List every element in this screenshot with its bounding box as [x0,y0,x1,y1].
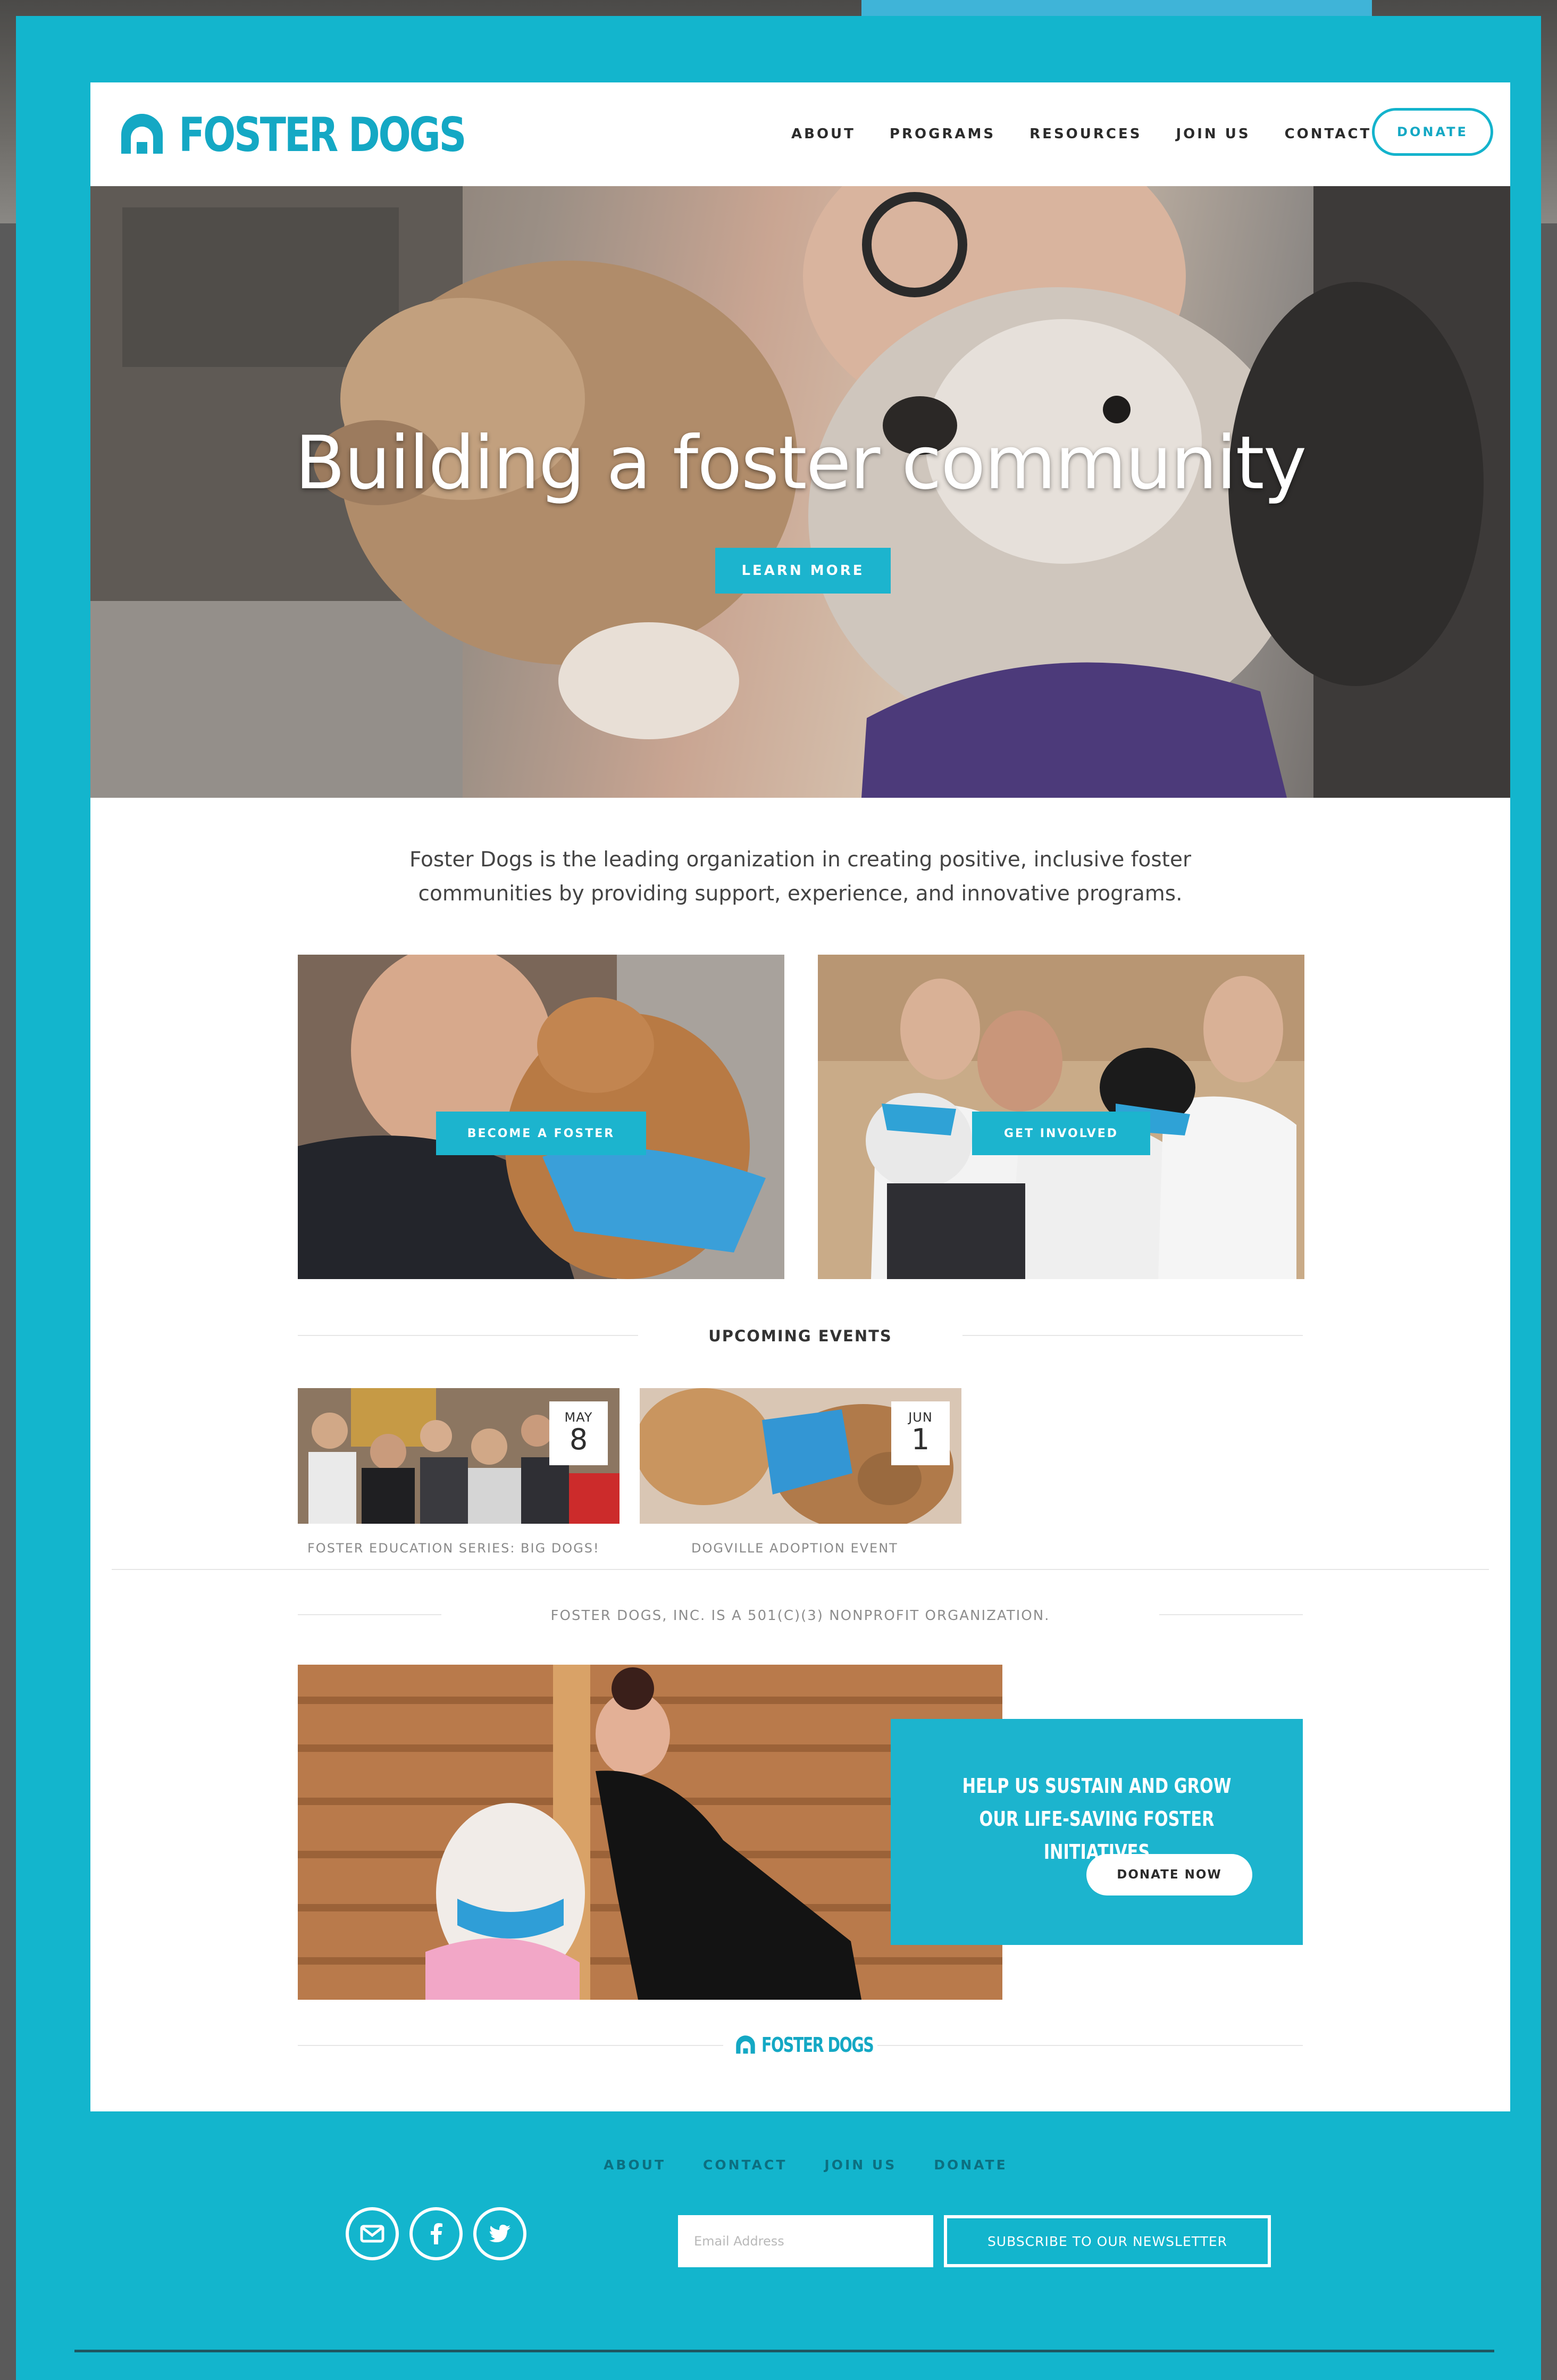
main-nav: ABOUT PROGRAMS RESOURCES JOIN US CONTACT [791,121,1371,147]
divider-line [877,2045,1303,2046]
house-arc-icon [121,114,163,154]
event-caption-adoption[interactable]: DOGVILLE ADOPTION EVENT [691,1541,898,1556]
events-title: UPCOMING EVENTS [708,1327,892,1345]
event-day: 8 [569,1423,588,1456]
event-card-education[interactable]: MAY 8 [298,1388,620,1524]
nav-resources[interactable]: RESOURCES [1029,126,1142,142]
divider-line [962,1335,1303,1336]
event-caption-education[interactable]: FOSTER EDUCATION SERIES: BIG DOGS! [307,1541,600,1556]
divider-line [298,1335,638,1336]
learn-more-button[interactable]: LEARN MORE [715,548,891,594]
logo[interactable]: FOSTER DOGS [117,107,528,162]
newsletter-email-input[interactable] [678,2215,933,2267]
site-header: FOSTER DOGS ABOUT PROGRAMS RESOURCES JOI… [90,82,1510,186]
divider-line [298,1614,441,1615]
event-day: 1 [911,1423,930,1456]
intro-text: Foster Dogs is the leading organization … [409,848,1191,906]
social-twitter-button[interactable] [473,2207,526,2260]
footer-nav-join-us[interactable]: JOIN US [824,2157,897,2173]
footer-nav-donate[interactable]: DONATE [934,2157,1007,2173]
nav-contact[interactable]: CONTACT [1285,126,1372,142]
hero-banner: Building a foster community LEARN MORE [90,186,1510,798]
footer-nav: ABOUT CONTACT JOIN US DONATE [604,2154,1008,2175]
nonprofit-note: FOSTER DOGS, INC. IS A 501(C)(3) NONPROF… [550,1608,1050,1624]
event-card-adoption[interactable]: JUN 1 [640,1388,961,1524]
event-month: JUN [908,1410,933,1425]
donate-feature-box: HELP US SUSTAIN AND GROW OUR LIFE-SAVING… [891,1719,1303,1945]
card-get-involved[interactable]: GET INVOLVED [818,955,1304,1279]
site-page: FOSTER DOGS ABOUT PROGRAMS RESOURCES JOI… [90,82,1510,2111]
get-involved-button[interactable]: GET INVOLVED [972,1112,1150,1155]
nav-join-us[interactable]: JOIN US [1176,126,1250,142]
divider-line [298,2045,723,2046]
donate-now-button[interactable]: DONATE NOW [1086,1854,1252,1895]
social-mail-button[interactable] [346,2207,399,2260]
nav-programs[interactable]: PROGRAMS [890,126,995,142]
section-divider [112,1569,1489,1570]
footer-logo-text: FOSTER DOGS [761,2033,874,2057]
page-frame: FOSTER DOGS ABOUT PROGRAMS RESOURCES JOI… [16,16,1541,2380]
donate-button[interactable]: DONATE [1372,108,1493,156]
event-date-badge: MAY 8 [549,1401,608,1465]
event-date-badge: JUN 1 [891,1401,950,1465]
logo-text: FOSTER DOGS [179,107,466,162]
bottom-divider [74,2350,1494,2352]
subscribe-button[interactable]: SUBSCRIBE TO OUR NEWSLETTER [944,2215,1271,2267]
social-facebook-button[interactable] [409,2207,463,2260]
become-foster-button[interactable]: BECOME A FOSTER [436,1112,646,1155]
nav-about[interactable]: ABOUT [791,126,856,142]
divider-line [1159,1614,1303,1615]
twitter-icon [489,2225,510,2242]
mail-icon [360,2225,384,2243]
facebook-icon [431,2223,442,2244]
footer-nav-about[interactable]: ABOUT [604,2157,666,2173]
hero-title: Building a foster community [295,420,1307,506]
footer-nav-contact[interactable]: CONTACT [703,2157,787,2173]
event-month: MAY [564,1410,593,1425]
house-arc-icon [736,2035,755,2054]
card-become-foster[interactable]: BECOME A FOSTER [298,955,784,1279]
footer-logo[interactable]: FOSTER DOGS [734,2029,910,2061]
